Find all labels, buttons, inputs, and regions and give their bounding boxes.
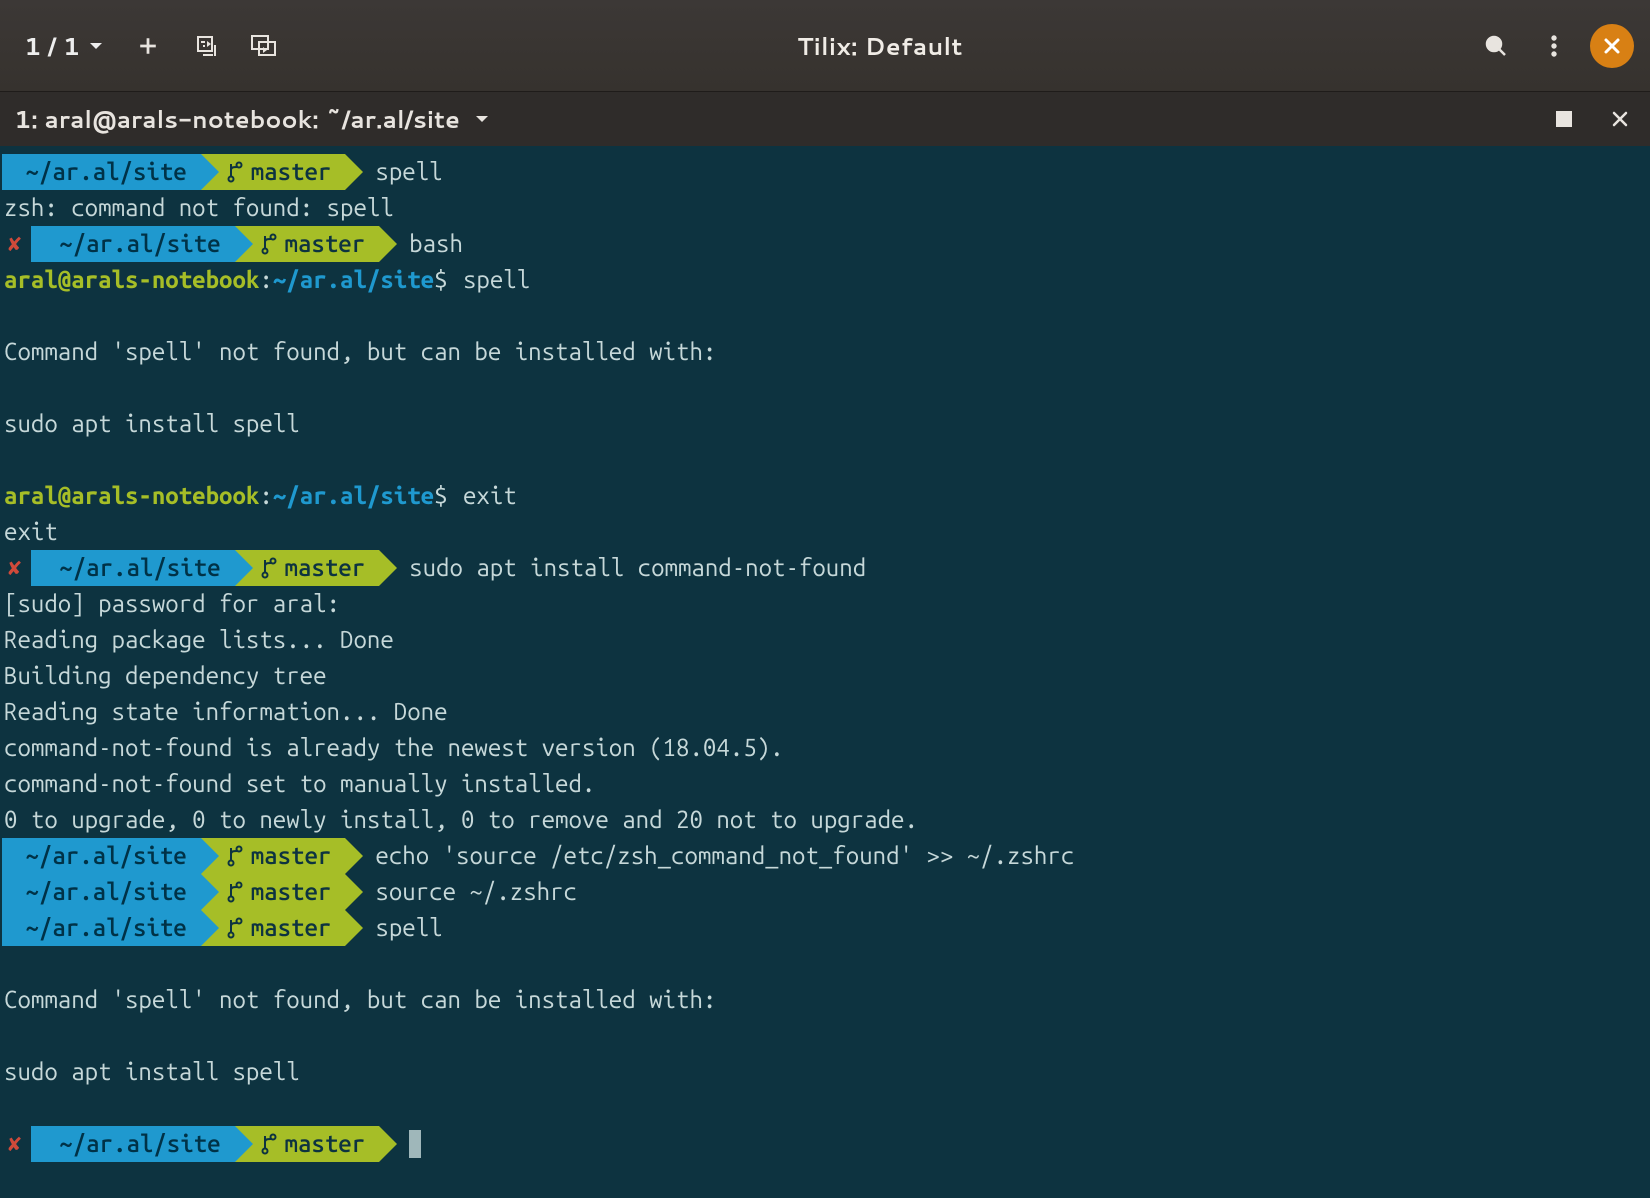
pane-title-label: 1: aral@arals-notebook: ~/ar.al/site	[14, 102, 460, 136]
split-down-icon	[194, 34, 218, 58]
output-line: Reading package lists... Done	[2, 622, 1648, 658]
git-branch-icon	[261, 233, 277, 255]
git-branch-icon	[227, 845, 243, 867]
bash-prompt: aral@arals-notebook:~/ar.al/site$	[2, 262, 461, 298]
maximize-icon	[1555, 110, 1573, 128]
output-line: Command 'spell' not found, but can be in…	[2, 334, 1648, 370]
terminal-cursor	[409, 1130, 421, 1158]
zsh-prompt: ~/ar.al/sitemaster	[2, 154, 345, 190]
prompt-path-segment: ~/ar.al/site	[2, 910, 201, 946]
split-right-icon	[251, 35, 277, 57]
terminal-pane[interactable]: ~/ar.al/sitemasterspellzsh: command not …	[0, 146, 1650, 1198]
prompt-path-segment: ~/ar.al/site	[2, 874, 201, 910]
output-line: 0 to upgrade, 0 to newly install, 0 to r…	[2, 802, 1648, 838]
output-line: command-not-found is already the newest …	[2, 730, 1648, 766]
output-line: Command 'spell' not found, but can be in…	[2, 982, 1648, 1018]
prompt-error-segment: ✘	[2, 1126, 31, 1162]
command-text: source ~/.zshrc	[345, 874, 577, 910]
window-close-button[interactable]	[1590, 24, 1634, 68]
prompt-path-segment: ~/ar.al/site	[31, 1126, 234, 1162]
plus-icon	[137, 35, 159, 57]
output-line: command-not-found set to manually instal…	[2, 766, 1648, 802]
output-line: zsh: command not found: spell	[2, 190, 1648, 226]
prompt-line: ~/ar.al/sitemasterecho 'source /etc/zsh_…	[2, 838, 1648, 874]
zsh-prompt: ~/ar.al/sitemaster	[2, 910, 345, 946]
pane-close-button[interactable]	[1604, 103, 1636, 135]
menu-button[interactable]	[1532, 24, 1576, 68]
prompt-line: aral@arals-notebook:~/ar.al/site$ exit	[2, 478, 1648, 514]
prompt-line: ~/ar.al/sitemastersource ~/.zshrc	[2, 874, 1648, 910]
command-text: sudo apt install command-not-found	[379, 550, 866, 586]
error-glyph: ✘	[8, 550, 21, 586]
command-text: spell	[461, 262, 530, 298]
prompt-line: ~/ar.al/sitemasterspell	[2, 154, 1648, 190]
prompt-error-segment: ✘	[2, 550, 31, 586]
split-right-button[interactable]	[242, 24, 286, 68]
bash-prompt: aral@arals-notebook:~/ar.al/site$	[2, 478, 461, 514]
command-text: echo 'source /etc/zsh_command_not_found'…	[345, 838, 1074, 874]
blank-line	[2, 370, 1648, 406]
command-text: exit	[461, 478, 517, 514]
blank-line	[2, 946, 1648, 982]
zsh-prompt: ~/ar.al/sitemaster	[2, 874, 345, 910]
prompt-branch-segment: master	[201, 154, 346, 190]
close-icon	[1611, 110, 1629, 128]
prompt-branch-segment: master	[235, 226, 380, 262]
prompt-line: aral@arals-notebook:~/ar.al/site$ spell	[2, 262, 1648, 298]
prompt-branch-segment: master	[235, 550, 380, 586]
zsh-prompt: ✘ ~/ar.al/sitemaster	[2, 1126, 379, 1162]
output-line: [sudo] password for aral:	[2, 586, 1648, 622]
git-branch-icon	[227, 161, 243, 183]
search-button[interactable]	[1474, 24, 1518, 68]
kebab-menu-icon	[1544, 34, 1564, 58]
git-branch-icon	[261, 1133, 277, 1155]
pane-titlebar: 1: aral@arals-notebook: ~/ar.al/site	[0, 92, 1650, 146]
chevron-down-icon	[88, 38, 104, 54]
git-branch-icon	[261, 557, 277, 579]
window-title: Tilix: Default	[300, 29, 1460, 63]
close-icon	[1602, 36, 1622, 56]
chevron-down-icon	[474, 111, 490, 127]
git-branch-icon	[227, 917, 243, 939]
blank-line	[2, 1090, 1648, 1126]
split-down-button[interactable]	[184, 24, 228, 68]
prompt-branch-segment: master	[201, 910, 346, 946]
add-session-button[interactable]	[126, 24, 170, 68]
session-counter-dropdown[interactable]: 1 / 1	[16, 29, 112, 63]
output-line: Reading state information... Done	[2, 694, 1648, 730]
search-icon	[1484, 34, 1508, 58]
headerbar: 1 / 1 Tilix: Default	[0, 0, 1650, 92]
output-line: sudo apt install spell	[2, 1054, 1648, 1090]
prompt-line: ✘ ~/ar.al/sitemaster	[2, 1126, 1648, 1162]
blank-line	[2, 298, 1648, 334]
prompt-line: ✘ ~/ar.al/sitemastersudo apt install comm…	[2, 550, 1648, 586]
git-branch-icon	[227, 881, 243, 903]
blank-line	[2, 442, 1648, 478]
error-glyph: ✘	[8, 1126, 21, 1162]
prompt-path-segment: ~/ar.al/site	[31, 550, 234, 586]
error-glyph: ✘	[8, 226, 21, 262]
session-counter-label: 1 / 1	[24, 29, 80, 63]
pane-title-dropdown[interactable]: 1: aral@arals-notebook: ~/ar.al/site	[14, 102, 490, 136]
prompt-path-segment: ~/ar.al/site	[2, 838, 201, 874]
prompt-path-segment: ~/ar.al/site	[2, 154, 201, 190]
zsh-prompt: ✘ ~/ar.al/sitemaster	[2, 550, 379, 586]
prompt-branch-segment: master	[235, 1126, 380, 1162]
prompt-line: ✘~/ar.al/sitemasterbash	[2, 226, 1648, 262]
prompt-branch-segment: master	[201, 838, 346, 874]
prompt-branch-segment: master	[201, 874, 346, 910]
blank-line	[2, 1018, 1648, 1054]
output-line: Building dependency tree	[2, 658, 1648, 694]
prompt-path-segment: ~/ar.al/site	[31, 226, 234, 262]
prompt-line: ~/ar.al/sitemasterspell	[2, 910, 1648, 946]
pane-maximize-button[interactable]	[1548, 103, 1580, 135]
output-line: exit	[2, 514, 1648, 550]
output-line: sudo apt install spell	[2, 406, 1648, 442]
zsh-prompt: ~/ar.al/sitemaster	[2, 838, 345, 874]
zsh-prompt: ✘ ~/ar.al/sitemaster	[2, 226, 379, 262]
prompt-error-segment: ✘	[2, 226, 31, 262]
